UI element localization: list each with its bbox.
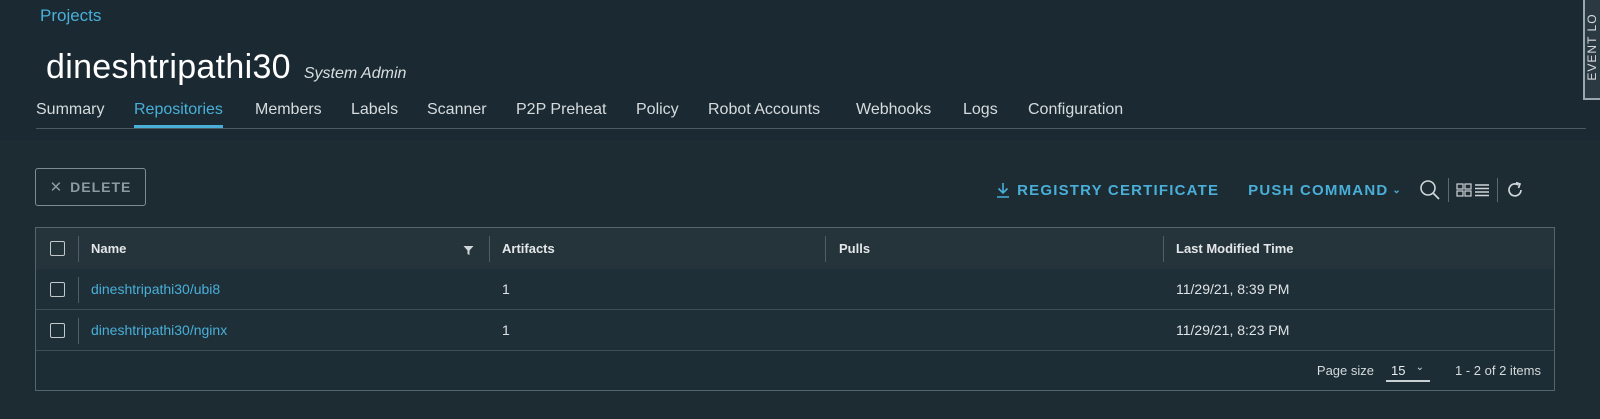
select-all-checkbox[interactable] (50, 241, 65, 256)
page-size-value: 15 (1391, 362, 1406, 378)
card-view-icon (1456, 183, 1472, 197)
chevron-down-icon: ⌄ (1415, 362, 1424, 373)
page-size-label: Page size (1316, 363, 1374, 378)
column-header-name[interactable]: Name (91, 228, 126, 269)
breadcrumb-projects[interactable]: Projects (40, 6, 101, 26)
filter-icon[interactable] (463, 243, 474, 261)
tab-logs[interactable]: Logs (963, 101, 998, 125)
delete-button[interactable]: ✕ DELETE (35, 168, 146, 206)
tab-labels[interactable]: Labels (351, 101, 398, 125)
tab-summary[interactable]: Summary (36, 101, 104, 125)
registry-certificate-button[interactable]: REGISTRY CERTIFICATE (996, 182, 1219, 199)
tab-bar: Summary Repositories Members Labels Scan… (36, 101, 1586, 129)
toolbar-divider-2 (1497, 178, 1498, 202)
push-command-button[interactable]: PUSH COMMAND ⌄ (1248, 182, 1402, 199)
page-title: dineshtripathi30 (46, 48, 291, 86)
row-checkbox[interactable] (50, 281, 65, 297)
repository-link[interactable]: dineshtripathi30/nginx (91, 310, 227, 350)
repository-link[interactable]: dineshtripathi30/ubi8 (91, 269, 220, 309)
table-row: dineshtripathi30/ubi8 1 11/29/21, 8:39 P… (36, 269, 1554, 310)
card-view-button[interactable] (1456, 183, 1472, 197)
repositories-table: Name Artifacts Pulls Last Modified Time … (35, 227, 1555, 391)
event-log-label: EVENT LO (1585, 13, 1599, 81)
delete-label: DELETE (70, 179, 132, 195)
tab-scanner[interactable]: Scanner (427, 101, 487, 125)
refresh-icon (1508, 181, 1522, 197)
tab-policy[interactable]: Policy (636, 101, 679, 125)
registry-certificate-label: REGISTRY CERTIFICATE (1017, 181, 1220, 199)
column-header-artifacts[interactable]: Artifacts (502, 228, 555, 269)
column-separator (1163, 236, 1164, 262)
role-label: System Admin (303, 65, 407, 82)
tab-p2p-preheat[interactable]: P2P Preheat (516, 101, 606, 125)
list-view-icon (1475, 184, 1489, 197)
column-header-pulls[interactable]: Pulls (839, 228, 870, 269)
table-header: Name Artifacts Pulls Last Modified Time (36, 228, 1554, 270)
tab-configuration[interactable]: Configuration (1028, 101, 1123, 125)
page-size-select[interactable]: 15 ⌄ (1386, 360, 1430, 382)
toolbar-divider (1448, 178, 1449, 202)
toolbar: REGISTRY CERTIFICATE PUSH COMMAND ⌄ (996, 178, 1525, 202)
column-header-last-modified[interactable]: Last Modified Time (1176, 228, 1294, 269)
tab-members[interactable]: Members (255, 101, 322, 125)
last-modified-time: 11/29/21, 8:39 PM (1176, 281, 1290, 297)
column-separator (78, 277, 79, 303)
tab-webhooks[interactable]: Webhooks (856, 101, 931, 125)
tab-repositories[interactable]: Repositories (134, 101, 223, 128)
artifacts-count: 1 (502, 281, 510, 297)
search-button[interactable] (1419, 179, 1441, 201)
tab-robot-accounts[interactable]: Robot Accounts (708, 101, 820, 125)
pagination-range: 1 - 2 of 2 items (1455, 363, 1541, 378)
refresh-button[interactable] (1505, 180, 1525, 200)
chevron-down-icon: ⌄ (1392, 184, 1402, 196)
column-separator (489, 236, 490, 262)
artifacts-count: 1 (502, 322, 510, 338)
close-icon: ✕ (49, 179, 64, 196)
select-all-cell (50, 228, 65, 269)
list-view-button[interactable] (1474, 183, 1490, 197)
column-separator (78, 236, 79, 262)
push-command-label: PUSH COMMAND (1248, 181, 1389, 199)
table-footer: Page size 15 ⌄ 1 - 2 of 2 items (36, 351, 1554, 391)
download-icon (997, 183, 1010, 198)
row-select-cell (50, 310, 65, 350)
event-log-toggle[interactable]: EVENT LO (1583, 0, 1600, 100)
project-header: dineshtripathi30 System Admin (46, 48, 406, 87)
search-icon (1420, 180, 1440, 200)
row-select-cell (50, 269, 65, 309)
column-separator (78, 318, 79, 344)
table-row: dineshtripathi30/nginx 1 11/29/21, 8:23 … (36, 310, 1554, 351)
last-modified-time: 11/29/21, 8:23 PM (1176, 322, 1290, 338)
row-checkbox[interactable] (50, 322, 65, 338)
column-separator (825, 236, 826, 262)
